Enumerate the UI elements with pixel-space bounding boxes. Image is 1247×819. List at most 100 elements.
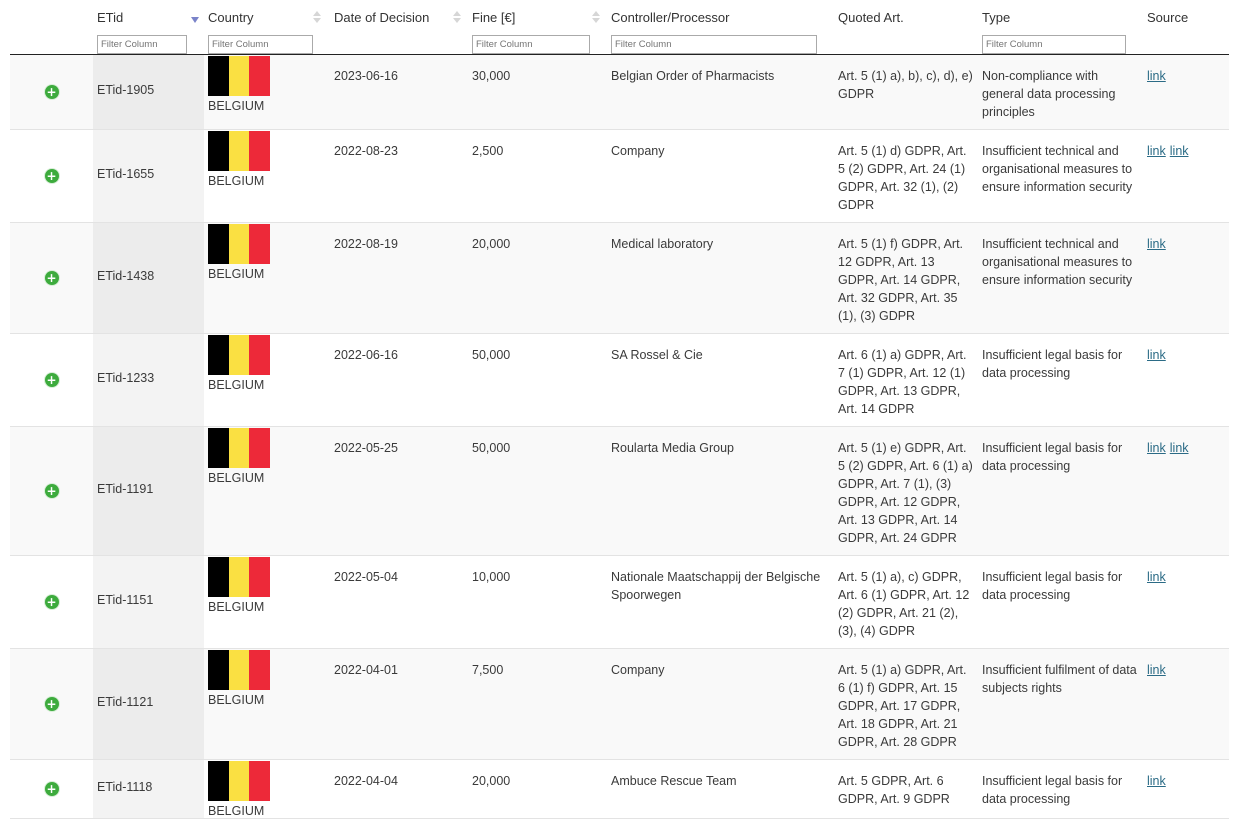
quoted-cell: Art. 5 (1) f) GDPR, Art. 12 GDPR, Art. 1… [834, 222, 978, 334]
belgium-flag-icon [208, 428, 271, 468]
sort-icon-date[interactable] [453, 11, 461, 25]
source-cell: link link [1143, 129, 1229, 223]
etid-cell: ETid-1121 [93, 648, 204, 760]
source-link[interactable]: link [1147, 441, 1166, 455]
source-cell: link [1143, 759, 1229, 819]
expand-row-icon[interactable]: + [44, 782, 59, 796]
quoted-cell: Art. 5 (1) a) GDPR, Art. 6 (1) f) GDPR, … [834, 648, 978, 760]
date-cell: 2022-04-04 [330, 759, 468, 819]
table-row: + ETid-1121 BELGIUM 2022-04-01 7,500 Com… [10, 648, 1229, 760]
flag-stripe [228, 761, 250, 801]
controller-cell: SA Rossel & Cie [607, 333, 834, 427]
country-name: BELGIUM [208, 267, 265, 281]
expand-row-icon[interactable]: + [44, 373, 59, 387]
flag-stripe [249, 557, 271, 597]
sort-icon-country[interactable] [313, 11, 321, 25]
expand-row-icon[interactable]: + [44, 484, 59, 498]
country-name: BELGIUM [208, 99, 265, 113]
filter-input-controller[interactable] [611, 35, 817, 54]
fine-cell: 50,000 [468, 426, 607, 556]
country-name: BELGIUM [208, 804, 265, 818]
quoted-cell: Art. 6 (1) a) GDPR, Art. 7 (1) GDPR, Art… [834, 333, 978, 427]
column-header-type[interactable]: Type [978, 0, 1143, 55]
flag-stripe [228, 335, 250, 375]
expand-row-icon[interactable]: + [44, 595, 59, 609]
etid-cell: ETid-1151 [93, 555, 204, 649]
expand-cell: + [10, 648, 93, 760]
date-cell: 2022-08-23 [330, 129, 468, 223]
flag-stripe [208, 131, 229, 171]
source-link[interactable]: link [1147, 69, 1166, 83]
filter-input-country[interactable] [208, 35, 313, 54]
etid-cell: ETid-1191 [93, 426, 204, 556]
flag-stripe [249, 428, 271, 468]
source-link[interactable]: link [1147, 144, 1166, 158]
fine-cell: 20,000 [468, 759, 607, 819]
table-row: + ETid-1151 BELGIUM 2022-05-04 10,000 Na… [10, 555, 1229, 649]
column-header-source[interactable]: Source [1143, 0, 1229, 55]
expand-row-icon[interactable]: + [44, 271, 59, 285]
date-cell: 2022-06-16 [330, 333, 468, 427]
column-header-etid[interactable]: ETid [93, 0, 204, 55]
source-link[interactable]: link [1147, 570, 1166, 584]
expand-cell: + [10, 333, 93, 427]
belgium-flag-icon [208, 56, 271, 96]
quoted-cell: Art. 5 GDPR, Art. 6 GDPR, Art. 9 GDPR [834, 759, 978, 819]
column-header-date[interactable]: Date of Decision [330, 0, 468, 55]
table-row: + ETid-1191 BELGIUM 2022-05-25 50,000 Ro… [10, 426, 1229, 556]
column-header-quoted[interactable]: Quoted Art. [834, 0, 978, 55]
source-link[interactable]: link [1147, 663, 1166, 677]
source-link[interactable]: link [1147, 774, 1166, 788]
source-link[interactable]: link [1147, 348, 1166, 362]
filter-input-etid[interactable] [97, 35, 187, 54]
table-row: + ETid-1905 BELGIUM 2023-06-16 30,000 Be… [10, 54, 1229, 130]
type-cell: Insufficient legal basis for data proces… [978, 759, 1143, 819]
country-cell: BELGIUM [204, 759, 330, 819]
flag-stripe [228, 650, 250, 690]
expand-cell: + [10, 129, 93, 223]
fine-cell: 30,000 [468, 54, 607, 130]
flag-stripe [249, 761, 271, 801]
filter-input-fine[interactable] [472, 35, 590, 54]
source-link[interactable]: link [1170, 144, 1189, 158]
belgium-flag-icon [208, 335, 271, 375]
table-row: + ETid-1118 BELGIUM 2022-04-04 20,000 Am… [10, 759, 1229, 819]
expand-cell: + [10, 426, 93, 556]
source-cell: link [1143, 555, 1229, 649]
column-label-quoted: Quoted Art. [838, 10, 904, 25]
column-header-controller[interactable]: Controller/Processor [607, 0, 834, 55]
type-cell: Insufficient fulfilment of data subjects… [978, 648, 1143, 760]
source-link[interactable]: link [1147, 237, 1166, 251]
source-cell: link [1143, 333, 1229, 427]
quoted-cell: Art. 5 (1) e) GDPR, Art. 5 (2) GDPR, Art… [834, 426, 978, 556]
controller-cell: Medical laboratory [607, 222, 834, 334]
expand-row-icon[interactable]: + [44, 85, 59, 99]
country-cell: BELGIUM [204, 426, 330, 556]
source-link[interactable]: link [1170, 441, 1189, 455]
expand-row-icon[interactable]: + [44, 697, 59, 711]
expand-row-icon[interactable]: + [44, 169, 59, 183]
quoted-cell: Art. 5 (1) a), b), c), d), e) GDPR [834, 54, 978, 130]
expand-column-header [10, 0, 93, 55]
date-cell: 2023-06-16 [330, 54, 468, 130]
sort-icon-fine[interactable] [592, 11, 600, 25]
flag-stripe [249, 335, 271, 375]
etid-cell: ETid-1905 [93, 54, 204, 130]
table-body: + ETid-1905 BELGIUM 2023-06-16 30,000 Be… [10, 54, 1229, 819]
expand-cell: + [10, 759, 93, 819]
expand-cell: + [10, 222, 93, 334]
flag-stripe [228, 131, 250, 171]
belgium-flag-icon [208, 557, 271, 597]
column-header-fine[interactable]: Fine [€] [453, 0, 607, 55]
country-cell: BELGIUM [204, 129, 330, 223]
flag-stripe [249, 224, 271, 264]
table-row: + ETid-1233 BELGIUM 2022-06-16 50,000 SA… [10, 333, 1229, 427]
fines-table: ETid Country Date of Decision Fine [€] C… [10, 0, 1229, 819]
column-label-date: Date of Decision [334, 10, 430, 25]
filter-input-type[interactable] [982, 35, 1126, 54]
source-cell: link [1143, 54, 1229, 130]
column-header-country[interactable]: Country [204, 0, 330, 55]
sort-descending-icon[interactable] [191, 11, 199, 25]
controller-cell: Roularta Media Group [607, 426, 834, 556]
quoted-cell: Art. 5 (1) a), c) GDPR, Art. 6 (1) GDPR,… [834, 555, 978, 649]
